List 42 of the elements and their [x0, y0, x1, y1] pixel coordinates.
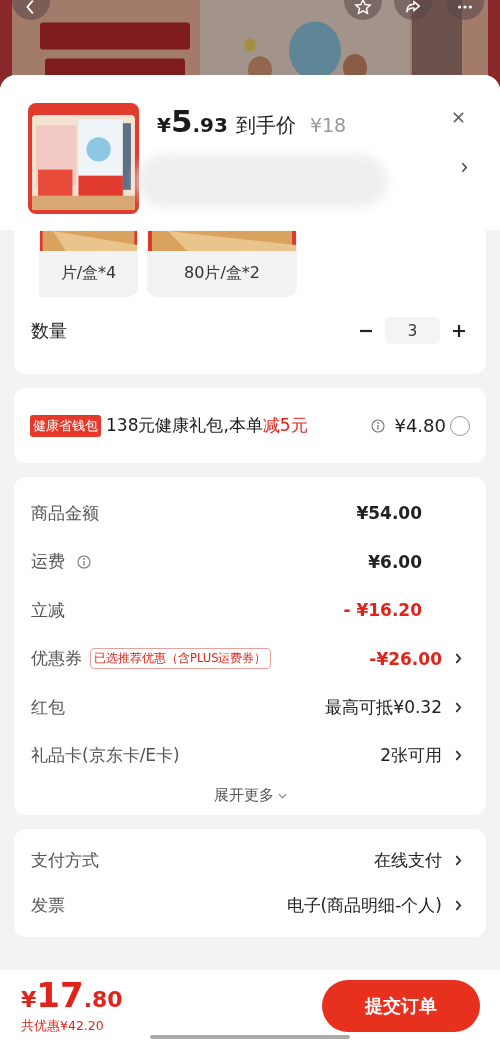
- row-label: 发票: [31, 894, 65, 917]
- quantity-label: 数量: [31, 318, 67, 343]
- row-value: - ¥16.20: [343, 600, 422, 621]
- chevron-icon[interactable]: [455, 749, 462, 763]
- savings-text: 共优惠¥42.20: [21, 1017, 105, 1035]
- row-value: ¥6.00: [368, 551, 422, 572]
- row-label: 优惠券: [31, 647, 82, 671]
- chevron-icon[interactable]: [461, 161, 468, 174]
- info-icon[interactable]: [371, 418, 386, 433]
- row-value: -¥26.00: [369, 648, 442, 669]
- chevron-icon[interactable]: [455, 652, 462, 666]
- price: ¥5.93: [157, 103, 228, 139]
- plus-icon[interactable]: [452, 323, 466, 338]
- row-value: ¥54.00: [356, 503, 422, 524]
- row-value: 2张可用: [380, 744, 442, 768]
- row-value: 在线支付: [374, 849, 442, 872]
- info-icon[interactable]: [77, 554, 91, 569]
- row-value: 最高可抵¥0.32: [325, 695, 442, 719]
- chevron-icon[interactable]: [455, 899, 462, 912]
- row-label: 立减: [31, 598, 65, 622]
- chevron-icon[interactable]: [455, 700, 462, 714]
- price-label: 到手价: [235, 112, 296, 139]
- row-label: 礼品卡(京东卡/E卡): [31, 744, 180, 768]
- row-label: 红包: [31, 695, 65, 719]
- submit-order-button[interactable]: 提交订单: [322, 980, 480, 1032]
- expand-more-button[interactable]: 展开更多: [209, 784, 291, 807]
- row-value: 电子(商品明细-个人): [286, 894, 442, 917]
- row-label: 支付方式: [31, 849, 99, 872]
- spec-option[interactable]: 片/盒*4: [39, 230, 138, 297]
- total-price: ¥17.80: [21, 977, 123, 1012]
- wallet-price: ¥4.80: [394, 415, 446, 436]
- spec-option[interactable]: 80片/盒*2: [147, 230, 297, 297]
- chevron-icon[interactable]: [455, 854, 462, 867]
- original-price: ¥18: [309, 114, 347, 136]
- quantity-field[interactable]: 3: [385, 317, 440, 344]
- close-icon[interactable]: [452, 111, 465, 124]
- caret-icon: [277, 792, 287, 799]
- wallet-offer-text: 138元健康礼包,本单减5元: [106, 414, 308, 437]
- coupon-tag: 已选推荐优惠（含PLUS运费券）: [90, 648, 271, 670]
- row-label: 运费: [31, 550, 65, 574]
- wallet-badge: 健康省钱包: [30, 414, 101, 437]
- row-label: 商品金额: [31, 501, 99, 525]
